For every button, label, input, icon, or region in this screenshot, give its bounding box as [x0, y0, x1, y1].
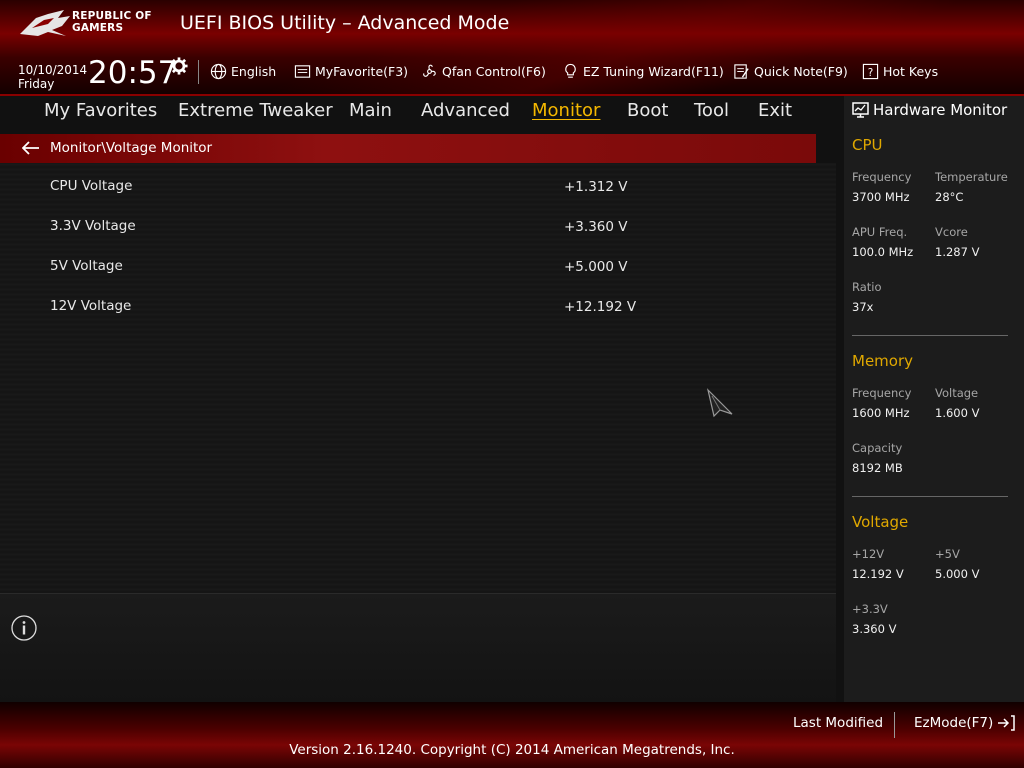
v12-value: 12.192 V	[852, 567, 904, 581]
app-title: UEFI BIOS Utility – Advanced Mode	[180, 12, 510, 34]
voltage-row-value: +3.360 V	[564, 219, 628, 235]
help-info-panel	[0, 593, 836, 702]
ezmode-label: EzMode(F7)	[914, 715, 994, 731]
lightbulb-icon	[565, 63, 576, 78]
ezmode-button[interactable]: EzMode(F7)	[914, 715, 1016, 731]
language-label: English	[231, 64, 277, 79]
breadcrumb: Monitor\Voltage Monitor	[0, 134, 816, 163]
mouse-cursor-icon	[706, 388, 733, 418]
tab-monitor[interactable]: Monitor	[532, 100, 600, 121]
clock: 20:57	[88, 55, 178, 91]
memory-heading: Memory	[852, 352, 914, 370]
cpu-temperature-value: 28°C	[935, 190, 964, 204]
svg-text:?: ?	[868, 67, 874, 79]
tab-exit[interactable]: Exit	[758, 100, 792, 121]
tab-tool[interactable]: Tool	[694, 100, 729, 121]
v33-value: 3.360 V	[852, 622, 897, 636]
voltage-row-label[interactable]: 12V Voltage	[50, 298, 131, 314]
voltage-heading: Voltage	[852, 513, 909, 531]
top-bar: REPUBLIC OF GAMERS UEFI BIOS Utility – A…	[0, 0, 1024, 96]
voltage-row-value: +1.312 V	[564, 179, 628, 195]
v5-label: +5V	[935, 547, 960, 561]
hardware-monitor-title: Hardware Monitor	[852, 101, 1007, 119]
vcore-label: Vcore	[935, 225, 968, 239]
voltage-row-value: +12.192 V	[564, 299, 637, 315]
logo-line1: REPUBLIC OF	[72, 10, 152, 22]
apu-freq-value: 100.0 MHz	[852, 245, 914, 259]
voltage-row-label[interactable]: 3.3V Voltage	[50, 218, 136, 234]
voltage-row-label[interactable]: 5V Voltage	[50, 258, 123, 274]
tab-advanced[interactable]: Advanced	[421, 100, 510, 121]
cpu-frequency-label: Frequency	[852, 170, 912, 184]
voltage-row-label[interactable]: CPU Voltage	[50, 178, 132, 194]
tab-main[interactable]: Main	[349, 100, 392, 121]
memory-voltage-label: Voltage	[935, 386, 979, 400]
hardware-monitor-label: Hardware Monitor	[873, 101, 1008, 119]
monitor-icon	[852, 102, 869, 118]
memory-capacity-value: 8192 MB	[852, 461, 903, 475]
tab-boot[interactable]: Boot	[627, 100, 668, 121]
language-button[interactable]: English	[210, 63, 276, 80]
memory-voltage-value: 1.600 V	[935, 406, 980, 420]
cpu-heading: CPU	[852, 136, 883, 154]
hot-keys-label: Hot Keys	[883, 64, 939, 79]
logo-line2: GAMERS	[72, 22, 124, 34]
footer-divider	[894, 712, 895, 738]
vcore-value: 1.287 V	[935, 245, 980, 259]
note-icon	[734, 64, 749, 79]
exit-arrow-icon	[998, 715, 1016, 731]
globe-icon	[210, 63, 227, 80]
help-icon: ?	[862, 63, 879, 80]
v12-label: +12V	[852, 547, 885, 561]
tab-my-favorites[interactable]: My Favorites	[44, 100, 157, 121]
main-nav: My Favorites Extreme Tweaker Main Advanc…	[0, 96, 836, 126]
memory-frequency-value: 1600 MHz	[852, 406, 910, 420]
v33-label: +3.3V	[852, 602, 888, 616]
section-divider	[852, 335, 1008, 336]
date-display: 10/10/2014 Friday	[18, 63, 87, 91]
ratio-value: 37x	[852, 300, 874, 314]
v5-value: 5.000 V	[935, 567, 980, 581]
breadcrumb-path: Monitor\Voltage Monitor	[50, 140, 213, 156]
memory-frequency-label: Frequency	[852, 386, 912, 400]
voltage-row-value: +5.000 V	[564, 259, 628, 275]
quick-note-button[interactable]: Quick Note(F9)	[733, 63, 848, 80]
memory-capacity-label: Capacity	[852, 441, 903, 455]
tab-extreme-tweaker[interactable]: Extreme Tweaker	[178, 100, 333, 121]
weekday-text: Friday	[18, 77, 55, 91]
cpu-temperature-label: Temperature	[935, 170, 1008, 184]
myfavorite-button[interactable]: MyFavorite(F3)	[294, 63, 408, 80]
favorite-list-icon	[294, 65, 311, 78]
back-arrow-icon[interactable]	[22, 141, 40, 155]
bottom-bar: Last Modified EzMode(F7) Version 2.16.12…	[0, 702, 1024, 768]
last-modified-button[interactable]: Last Modified	[793, 715, 883, 731]
info-icon	[11, 615, 37, 641]
date-text: 10/10/2014	[18, 63, 88, 77]
ez-tuning-label: EZ Tuning Wizard(F11)	[583, 64, 724, 79]
logo-text: REPUBLIC OF GAMERS	[72, 10, 152, 34]
toolbar-divider	[198, 60, 199, 84]
section-divider	[852, 496, 1008, 497]
quick-note-label: Quick Note(F9)	[754, 64, 848, 79]
cpu-frequency-value: 3700 MHz	[852, 190, 910, 204]
qfan-control-button[interactable]: Qfan Control(F6)	[421, 63, 546, 80]
gear-icon[interactable]	[170, 57, 188, 75]
ratio-label: Ratio	[852, 280, 882, 294]
fan-icon	[423, 64, 436, 77]
copyright-text: Version 2.16.1240. Copyright (C) 2014 Am…	[289, 742, 735, 758]
myfavorite-label: MyFavorite(F3)	[315, 64, 409, 79]
qfan-label: Qfan Control(F6)	[442, 64, 546, 79]
ez-tuning-button[interactable]: EZ Tuning Wizard(F11)	[562, 63, 724, 80]
hardware-monitor-panel: Hardware Monitor CPU Frequency Temperatu…	[844, 96, 1024, 702]
hot-keys-button[interactable]: ? Hot Keys	[862, 63, 938, 80]
apu-freq-label: APU Freq.	[852, 225, 908, 239]
